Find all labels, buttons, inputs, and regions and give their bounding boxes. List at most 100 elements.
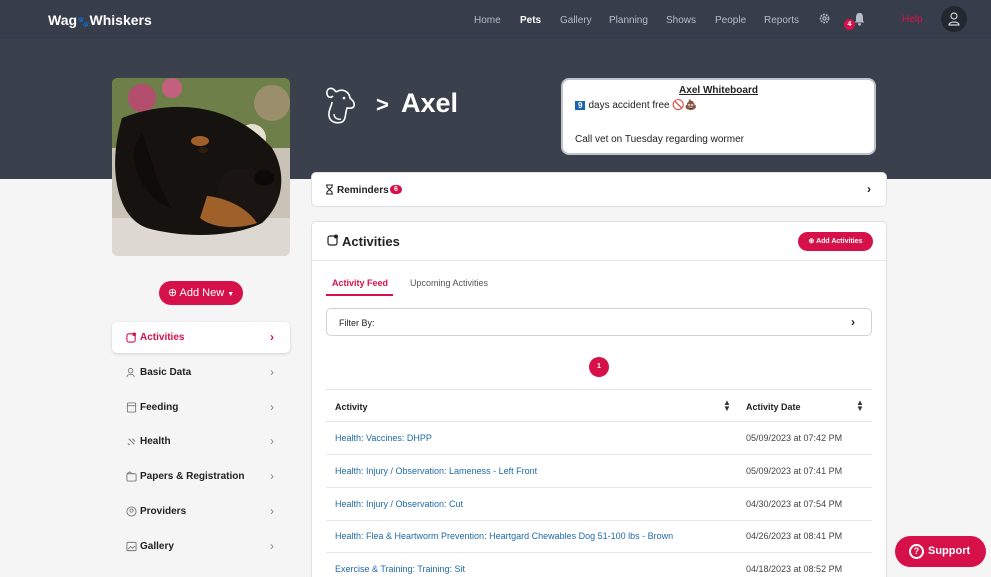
sidebar-label-health: Health	[140, 436, 171, 447]
whiteboard-title: Axel Whiteboard	[679, 85, 758, 96]
accident-free-count: 9	[575, 101, 586, 110]
sidebar-item-activities[interactable]: Activities ›	[112, 322, 290, 353]
reminders-count-badge: 6	[390, 185, 402, 194]
health-icon	[127, 438, 136, 446]
pet-photo[interactable]	[112, 78, 290, 256]
chevron-right-icon: ›	[867, 182, 871, 196]
chevron-right-icon: ›	[270, 400, 274, 414]
brand-part1: Wag	[48, 12, 78, 28]
sidebar-label-feeding: Feeding	[140, 402, 179, 413]
nav-gallery[interactable]: Gallery	[560, 15, 592, 26]
plus-circle-icon: ⊕	[808, 238, 815, 245]
whiteboard-line-2: Call vet on Tuesday regarding wormer	[575, 134, 744, 145]
nav-shows[interactable]: Shows	[666, 15, 696, 26]
sort-icon[interactable]: ▲ ▼	[856, 399, 864, 413]
support-label: Support	[928, 545, 971, 557]
dog-icon	[326, 87, 355, 124]
chevron-right-icon: ›	[851, 315, 855, 329]
table-row[interactable]: Exercise & Training: Training: Sit 04/18…	[326, 553, 872, 577]
sidebar-label-gallery: Gallery	[140, 541, 174, 552]
papers-icon	[126, 471, 137, 482]
column-header-activity-date[interactable]: Activity Date	[746, 402, 801, 412]
basic-data-icon	[126, 367, 135, 378]
activity-link[interactable]: Health: Injury / Observation: Lameness -…	[335, 466, 537, 476]
activity-date: 05/09/2023 at 07:42 PM	[746, 433, 843, 443]
sidebar-item-gallery[interactable]: Gallery ›	[112, 531, 290, 562]
tab-activity-feed[interactable]: Activity Feed	[332, 278, 388, 288]
nav-people[interactable]: People	[715, 15, 746, 26]
activity-link[interactable]: Health: Injury / Observation: Cut	[335, 499, 463, 509]
chevron-right-icon: ›	[270, 365, 274, 379]
chevron-right-icon: ›	[270, 469, 274, 483]
table-row[interactable]: Health: Injury / Observation: Lameness -…	[326, 455, 872, 488]
nav-home[interactable]: Home	[474, 15, 501, 26]
sidebar-item-basic-data[interactable]: Basic Data ›	[112, 357, 290, 388]
table-row[interactable]: Health: Flea & Heartworm Prevention: Hea…	[326, 520, 872, 553]
gallery-icon	[126, 541, 137, 552]
table-header: Activity ▲ ▼ Activity Date ▲ ▼	[326, 389, 872, 422]
activity-date: 04/30/2023 at 07:54 PM	[746, 499, 843, 509]
caret-down-icon: ▼	[227, 291, 235, 298]
chevron-right-icon: ›	[270, 504, 274, 518]
top-navbar: Wag🐾Whiskers Home Pets Gallery Planning …	[0, 0, 991, 39]
support-button[interactable]: ? Support	[895, 536, 986, 567]
nav-reports[interactable]: Reports	[764, 15, 799, 26]
hourglass-icon	[326, 184, 333, 195]
nav-planning[interactable]: Planning	[609, 15, 648, 26]
add-activities-label: Add Activities	[816, 238, 863, 245]
user-icon	[948, 12, 960, 26]
sidebar-label-papers: Papers & Registration	[140, 471, 245, 482]
column-header-activity[interactable]: Activity	[335, 402, 368, 412]
activity-link[interactable]: Health: Flea & Heartworm Prevention: Hea…	[335, 531, 673, 541]
sidebar-item-health[interactable]: Health ›	[112, 426, 290, 457]
activity-date: 04/26/2023 at 08:41 PM	[746, 531, 843, 541]
activity-link[interactable]: Health: Vaccines: DHPP	[335, 433, 432, 443]
question-circle-icon: ?	[909, 544, 924, 559]
whiteboard-line-1: 9 days accident free 🚫💩	[575, 100, 697, 111]
sidebar-item-providers[interactable]: Providers ›	[112, 496, 290, 527]
sidebar-item-papers-registration[interactable]: Papers & Registration ›	[112, 461, 290, 492]
notification-badge: 4	[844, 19, 855, 30]
sidebar-label-basic-data: Basic Data	[140, 367, 192, 378]
plus-circle-icon: ⊕	[167, 287, 178, 299]
sidebar-item-feeding[interactable]: Feeding ›	[112, 392, 290, 423]
filter-label: Filter By:	[339, 318, 375, 328]
activity-link[interactable]: Exercise & Training: Training: Sit	[335, 564, 465, 574]
chevron-right-icon: ›	[270, 539, 274, 553]
active-tab-indicator	[326, 294, 393, 296]
breadcrumb-separator: >	[376, 92, 389, 117]
paw-icon: 🐾	[77, 17, 90, 28]
rottweiler-photo-image	[112, 78, 290, 256]
brand-logo[interactable]: Wag🐾Whiskers	[48, 12, 152, 28]
divider	[312, 260, 886, 261]
activities-icon	[327, 234, 338, 246]
activity-date: 04/18/2023 at 08:52 PM	[746, 564, 843, 574]
providers-icon	[126, 506, 137, 517]
gear-icon[interactable]	[818, 12, 831, 25]
tab-upcoming-activities[interactable]: Upcoming Activities	[410, 278, 488, 288]
activities-icon	[126, 332, 137, 343]
table-row[interactable]: Health: Injury / Observation: Cut 04/30/…	[326, 488, 872, 521]
pet-whiteboard[interactable]: Axel Whiteboard 9 days accident free 🚫💩 C…	[561, 78, 876, 155]
pagination-page-1[interactable]: 1	[589, 357, 609, 377]
nav-pets[interactable]: Pets	[520, 15, 541, 26]
chevron-right-icon: ›	[270, 434, 274, 448]
sidebar-label-activities: Activities	[140, 332, 185, 343]
activities-title: Activities	[342, 234, 400, 249]
user-menu-button[interactable]	[941, 6, 967, 32]
reminders-panel[interactable]: Reminders 6 ›	[311, 172, 887, 207]
activities-card: Activities ⊕ Add Activities Activity Fee…	[311, 221, 887, 577]
help-link[interactable]: Help	[902, 14, 923, 25]
chevron-right-icon: ›	[270, 330, 274, 344]
sort-icon[interactable]: ▲ ▼	[723, 399, 731, 413]
accident-free-text: days accident free	[588, 100, 670, 111]
add-new-button[interactable]: ⊕ Add New ▼	[159, 281, 243, 305]
filter-by-panel[interactable]: Filter By: ›	[326, 308, 872, 336]
activity-date: 05/09/2023 at 07:41 PM	[746, 466, 843, 476]
feeding-icon	[126, 402, 137, 413]
add-new-label: Add New	[179, 287, 225, 299]
brand-part2: Whiskers	[89, 12, 152, 28]
add-activities-button[interactable]: ⊕ Add Activities	[798, 232, 873, 251]
table-row[interactable]: Health: Vaccines: DHPP 05/09/2023 at 07:…	[326, 422, 872, 455]
reminders-label: Reminders	[337, 185, 389, 196]
